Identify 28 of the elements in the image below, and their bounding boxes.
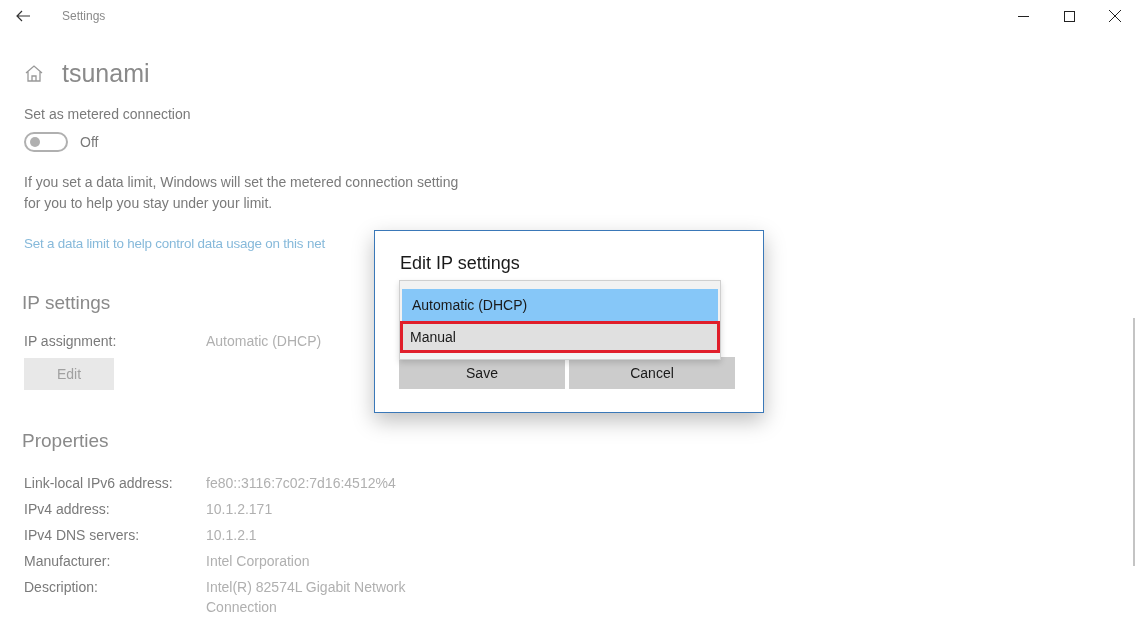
section-heading: IP settings xyxy=(22,292,111,314)
dropdown-option[interactable]: Manual xyxy=(400,321,720,353)
window-title: Settings xyxy=(62,9,107,23)
close-icon xyxy=(1109,10,1121,22)
metered-description: If you set a data limit, Windows will set the metered connection setting for you to help you stay under your limit. xyxy=(24,173,460,213)
property-value: fe80::3116:7c02:7d16:4512%4 xyxy=(206,474,397,493)
property-label: Manufacturer: xyxy=(24,552,112,571)
section-heading: Properties xyxy=(22,430,109,452)
property-value: Automatic (DHCP) xyxy=(206,332,322,351)
metered-label: Set as metered connection xyxy=(24,105,192,124)
page-title: tsunami xyxy=(62,58,150,88)
back-arrow-icon[interactable] xyxy=(16,10,30,22)
maximize-icon xyxy=(1063,10,1075,22)
property-label: Description: xyxy=(24,578,99,597)
home-icon[interactable] xyxy=(24,63,44,83)
scrollbar[interactable] xyxy=(1133,318,1135,566)
property-label: Link-local IPv6 address: xyxy=(24,474,174,493)
property-value: 10.1.2.1 xyxy=(206,526,258,545)
property-label: IP assignment: xyxy=(24,332,118,351)
property-value: 10.1.2.171 xyxy=(206,500,274,519)
property-label: IPv4 DNS servers: xyxy=(24,526,141,545)
dropdown-option[interactable]: Automatic (DHCP) xyxy=(402,289,718,321)
metered-toggle[interactable] xyxy=(24,132,68,152)
property-value: Intel(R) 82574L Gigabit Network Connection xyxy=(206,578,407,617)
property-label: IPv4 address: xyxy=(24,500,111,519)
dialog-title: Edit IP settings xyxy=(400,253,521,274)
toggle-state: Off xyxy=(80,134,99,150)
property-value: Intel Corporation xyxy=(206,552,311,571)
